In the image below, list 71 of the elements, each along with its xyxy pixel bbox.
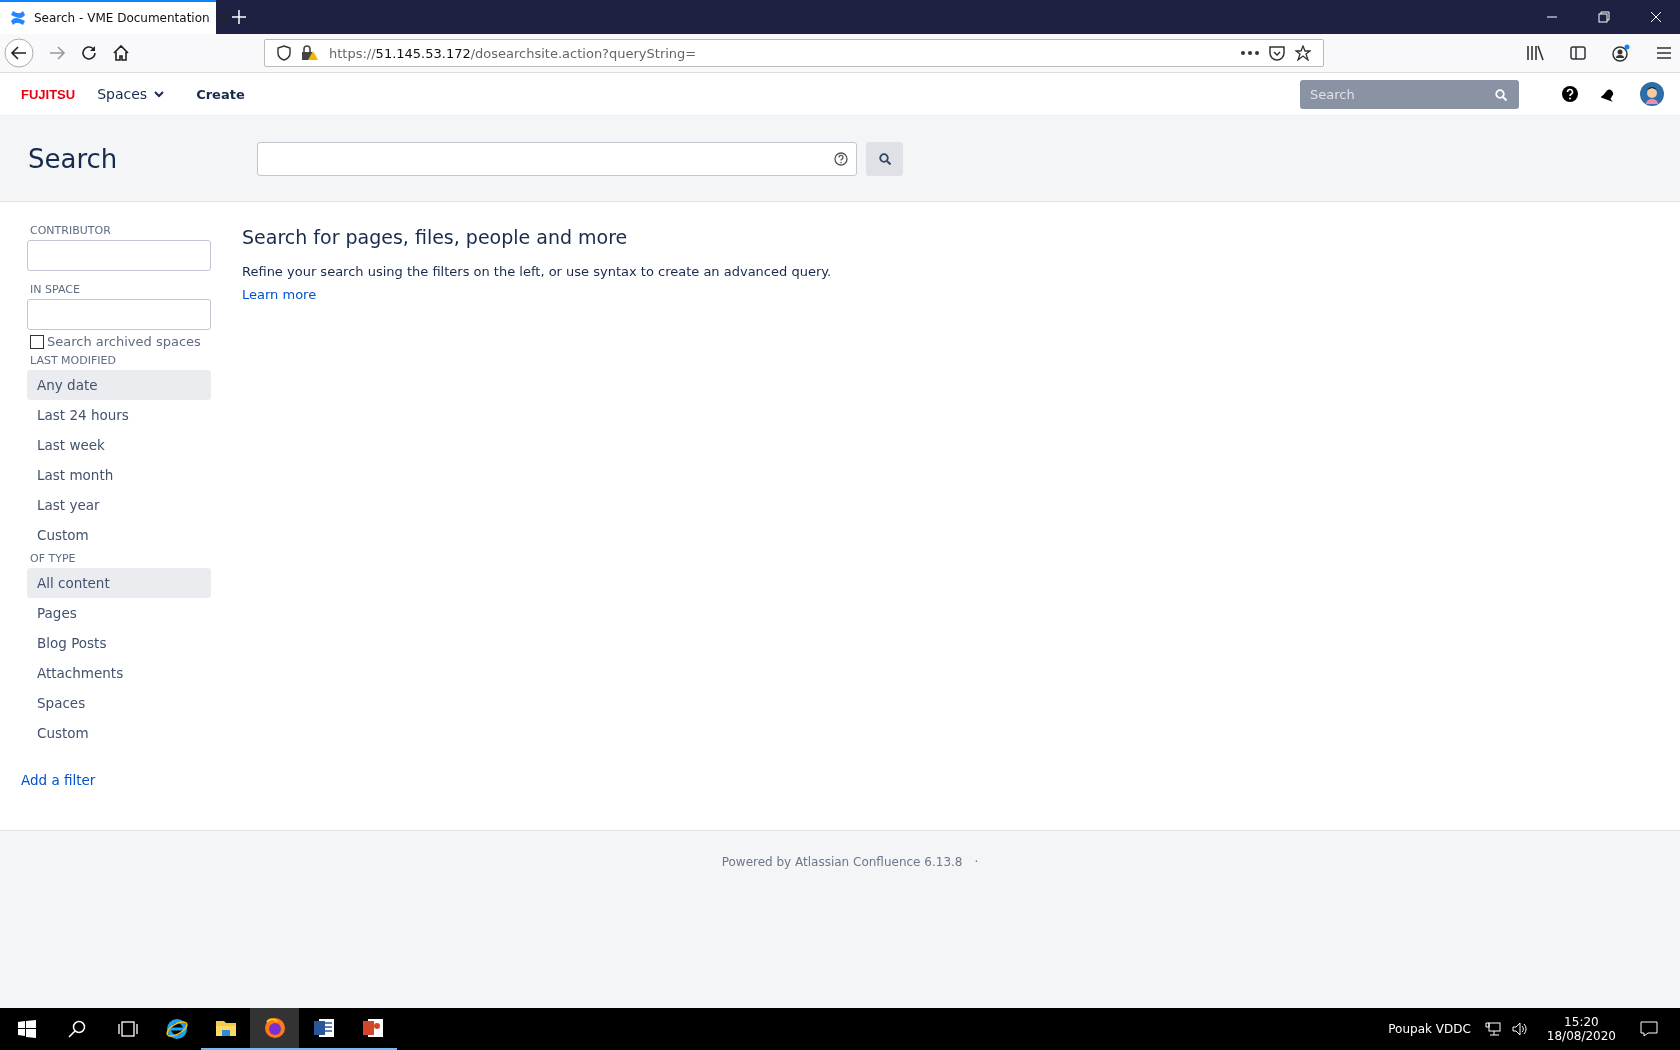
filter-option[interactable]: All content [27, 568, 211, 598]
notification-icon[interactable] [1640, 1021, 1658, 1037]
confluence-logo-icon [10, 10, 26, 26]
search-icon [878, 152, 891, 165]
back-icon[interactable] [4, 38, 34, 68]
filter-option[interactable]: Spaces [27, 688, 211, 718]
filter-option[interactable]: Last year [27, 490, 211, 520]
speaker-icon[interactable] [1510, 1021, 1529, 1037]
sidebar-icon[interactable] [1570, 45, 1586, 61]
filter-option[interactable]: Blog Posts [27, 628, 211, 658]
filter-option[interactable]: Custom [27, 520, 211, 550]
word-document-icon [311, 1016, 336, 1040]
space-field[interactable] [27, 299, 211, 330]
star-icon[interactable] [1295, 45, 1311, 61]
network-icon[interactable] [1484, 1021, 1501, 1037]
clock-time[interactable]: 15:20 [1564, 1015, 1599, 1029]
footer-text: Powered by Atlassian Confluence 6.13.8 [721, 855, 963, 869]
task-view-icon[interactable] [118, 1021, 138, 1037]
url-text[interactable]: https://51.145.53.172/dosearchsite.action?queryString= [329, 45, 697, 61]
filter-heading: OF TYPE [29, 552, 77, 565]
footer-separator: · [974, 855, 979, 869]
address-bar[interactable]: https://51.145.53.172/dosearchsite.action?queryString= [264, 39, 1324, 67]
reload-icon[interactable] [80, 44, 98, 62]
pocket-icon[interactable] [1269, 45, 1285, 61]
description-text: Refine your search using the filters on the left, or use syntax to create an advanced query. [242, 264, 832, 279]
search-button[interactable] [866, 141, 903, 176]
add-filter-link[interactable]: Add a filter [21, 772, 211, 788]
filter-option[interactable]: Last 24 hours [27, 400, 211, 430]
presentation-icon [360, 1016, 385, 1040]
new-tab-icon[interactable] [232, 10, 246, 24]
search-icon[interactable] [68, 1020, 86, 1038]
clock-date[interactable]: 18/08/2020 [1546, 1029, 1616, 1043]
taskbar-app[interactable] [250, 1008, 299, 1050]
menu-icon[interactable] [1656, 46, 1672, 60]
firefox-icon [262, 1016, 287, 1040]
help-icon[interactable] [834, 151, 848, 166]
search-icon [1495, 88, 1507, 101]
windows-start-icon[interactable] [18, 1020, 36, 1038]
filter-label: IN SPACE [29, 283, 81, 296]
filter-option[interactable]: Pages [27, 598, 211, 628]
fujitsu-logo[interactable]: FUJITSU [21, 86, 76, 102]
checkbox[interactable] [30, 334, 44, 349]
checkbox-label: Search archived spaces [47, 334, 201, 349]
warning-lock-icon [301, 45, 319, 61]
more-icon[interactable] [1241, 51, 1259, 55]
spaces-menu[interactable]: Spaces [97, 82, 165, 106]
forward-icon[interactable] [48, 44, 66, 62]
page-title: Search [28, 143, 119, 174]
search-query-field[interactable] [257, 141, 857, 176]
home-icon[interactable] [112, 44, 130, 62]
filter-label: CONTRIBUTOR [29, 224, 112, 237]
filter-heading: LAST MODIFIED [29, 354, 117, 367]
create-button[interactable]: Create [196, 82, 245, 106]
library-icon[interactable] [1526, 45, 1544, 61]
header-search-field[interactable]: Search [1300, 79, 1519, 109]
avatar-icon[interactable] [1640, 82, 1664, 106]
filter-option[interactable]: Last week [27, 430, 211, 460]
ie-icon [164, 1017, 189, 1041]
filter-option[interactable]: Custom [27, 718, 211, 748]
chevron-down-icon [154, 90, 165, 98]
user-name: Poupak VDDC [1388, 1022, 1471, 1036]
learn-more-link[interactable]: Learn more [242, 287, 317, 302]
contributor-field[interactable] [27, 240, 211, 271]
help-icon[interactable] [1562, 86, 1578, 102]
shield-icon [277, 45, 291, 61]
filter-option[interactable]: Attachments [27, 658, 211, 688]
restore-icon[interactable] [1598, 11, 1610, 23]
results-heading: Search for pages, files, people and more [242, 226, 629, 248]
filter-option[interactable]: Any date [27, 370, 211, 400]
filter-option[interactable]: Last month [27, 460, 211, 490]
account-icon[interactable] [1612, 44, 1630, 62]
